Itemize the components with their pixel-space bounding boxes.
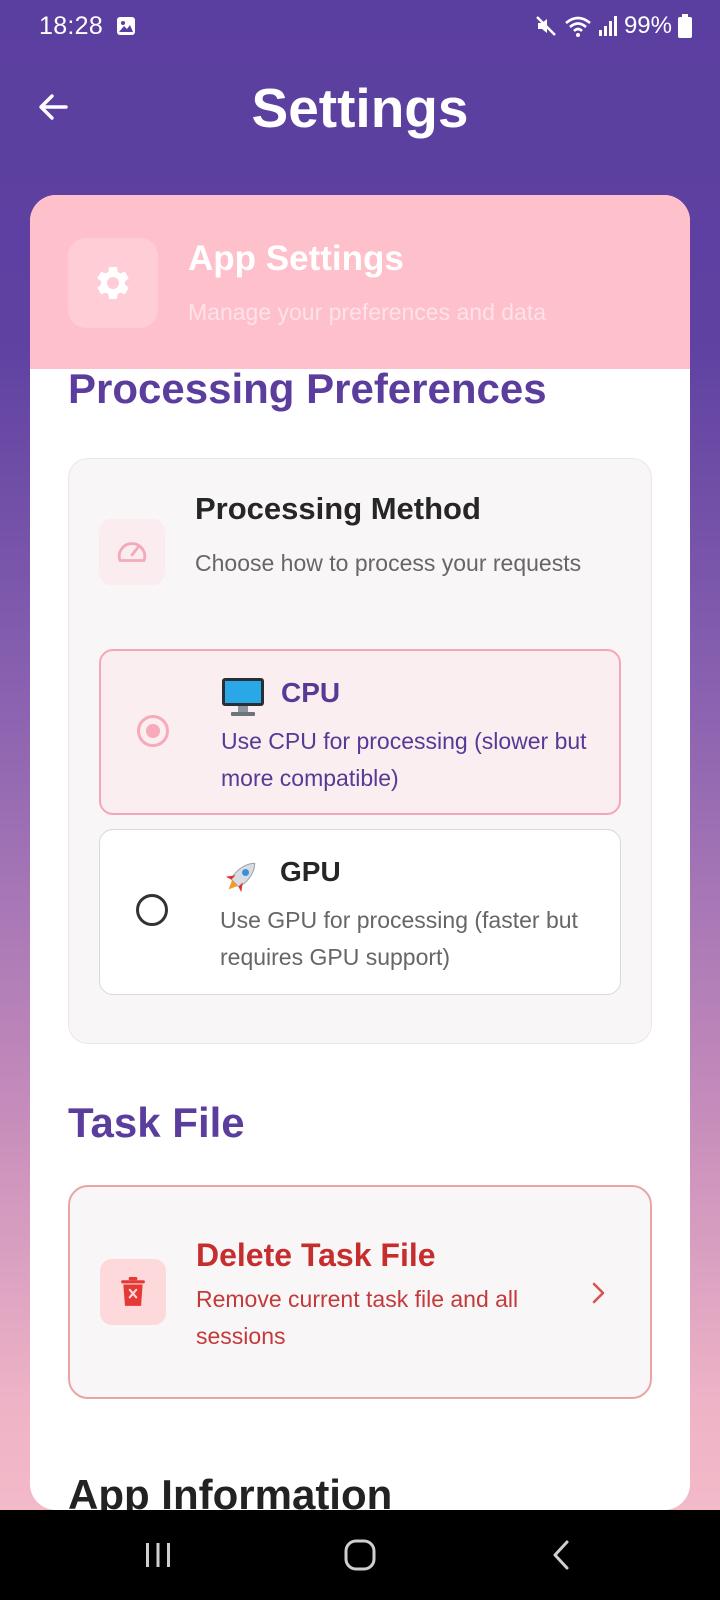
header-icon-box	[68, 238, 158, 328]
status-time: 18:28	[39, 12, 104, 40]
status-icons: 99%	[534, 12, 692, 40]
trash-icon-box	[100, 1259, 166, 1325]
rocket-icon	[225, 862, 256, 893]
option-gpu-label: GPU	[280, 856, 341, 887]
section-title-processing: Processing Preferences	[68, 365, 547, 412]
option-gpu-description: Use GPU for processing (faster but requi…	[220, 907, 578, 970]
processing-method-box: Processing Method Choose how to process …	[68, 458, 652, 1044]
recents-icon	[146, 1543, 170, 1567]
status-bar: 18:28 99%	[0, 0, 720, 52]
nav-back-button[interactable]	[536, 1532, 586, 1578]
delete-task-file-item[interactable]: Delete Task File Remove current task fil…	[68, 1185, 652, 1399]
battery-percent: 99%	[623, 12, 672, 39]
card-header: App Settings Manage your preferences and…	[30, 195, 690, 369]
mute-icon	[536, 16, 556, 36]
computer-icon	[222, 678, 264, 716]
delete-task-title: Delete Task File	[196, 1237, 436, 1273]
option-gpu[interactable]: GPU Use GPU for processing (faster but r…	[99, 829, 621, 995]
app-bar: Settings	[0, 60, 720, 150]
signal-icon	[598, 16, 617, 36]
system-nav-bar	[0, 1510, 720, 1600]
section-title-task-file: Task File	[68, 1099, 245, 1146]
radio-cpu-selected[interactable]	[137, 715, 169, 747]
header-subtitle: Manage your preferences and data	[188, 299, 547, 325]
radio-gpu-unselected[interactable]	[136, 894, 168, 926]
back-icon	[553, 1540, 569, 1570]
trash-icon	[121, 1277, 145, 1306]
home-icon	[344, 1539, 376, 1571]
settings-card: App Settings Manage your preferences and…	[30, 195, 690, 1510]
battery-icon	[678, 14, 692, 38]
option-cpu[interactable]: CPU Use CPU for processing (slower but m…	[99, 649, 621, 815]
option-cpu-label: CPU	[281, 677, 341, 708]
method-description: Choose how to process your requests	[195, 550, 582, 576]
gallery-icon	[117, 17, 135, 35]
header-title: App Settings	[188, 239, 404, 278]
speed-icon-box	[99, 519, 165, 585]
delete-task-description: Remove current task file and all session…	[196, 1286, 519, 1349]
method-title: Processing Method	[195, 491, 481, 526]
speedometer-icon	[117, 542, 147, 562]
home-button[interactable]	[335, 1532, 385, 1578]
recents-button[interactable]	[133, 1532, 183, 1578]
section-title-app-information: App Information	[68, 1471, 393, 1510]
page-title: Settings	[251, 77, 469, 139]
wifi-icon	[565, 16, 591, 37]
gear-icon	[97, 266, 129, 299]
option-cpu-description: Use CPU for processing (slower but more …	[221, 728, 587, 791]
chevron-right-icon	[592, 1282, 605, 1304]
